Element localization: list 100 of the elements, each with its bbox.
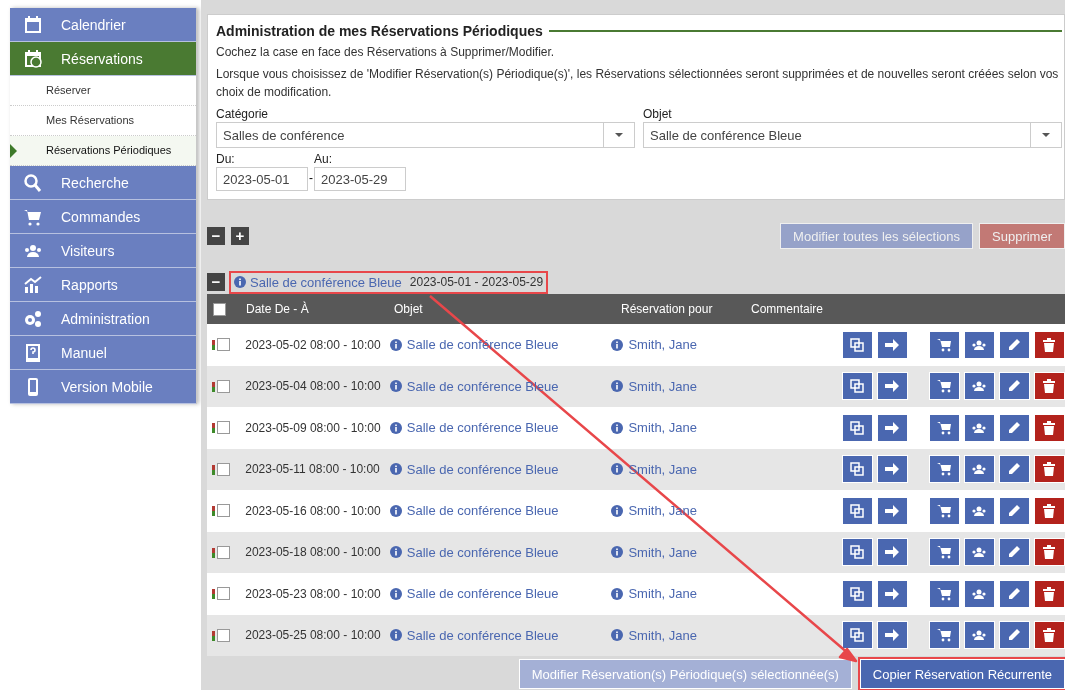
copy-button[interactable]	[842, 372, 873, 401]
to-date-field[interactable]: 2023-05-29	[314, 167, 406, 191]
delete-button[interactable]	[1034, 372, 1065, 401]
order-button[interactable]	[929, 372, 960, 401]
visitors-button[interactable]	[964, 621, 995, 650]
collapse-all-button[interactable]: −	[207, 227, 225, 245]
person-link[interactable]: Smith, Jane	[628, 544, 698, 560]
sidebar-item[interactable]: Recherche	[10, 166, 196, 200]
trash-icon	[1041, 336, 1058, 353]
move-button[interactable]	[877, 579, 908, 608]
row-checkbox[interactable]	[217, 421, 230, 435]
date-cell-text: 2023-05-18 08:00 - 10:00	[245, 545, 382, 560]
order-button[interactable]	[929, 621, 960, 650]
visitors-button[interactable]	[964, 372, 995, 401]
row-checkbox[interactable]	[217, 545, 230, 559]
object-link[interactable]: Salle de conférence Bleue	[406, 420, 559, 436]
object-link[interactable]: Salle de conférence Bleue	[406, 503, 559, 519]
move-button[interactable]	[877, 621, 908, 650]
person-link[interactable]: Smith, Jane	[628, 378, 698, 394]
arrow-icon	[884, 502, 901, 519]
delete-button[interactable]	[1034, 579, 1065, 608]
object-link[interactable]: Salle de conférence Bleue	[406, 627, 559, 643]
submenu-item[interactable]: Réserver	[10, 76, 196, 106]
visitors-button[interactable]	[964, 538, 995, 567]
submenu-item[interactable]: Réservations Périodiques	[10, 136, 196, 166]
edit-button[interactable]	[999, 455, 1030, 484]
object-dropdown[interactable]: Salle de conférence Bleue	[643, 122, 1062, 148]
info-icon	[389, 380, 402, 393]
sidebar-item[interactable]: Rapports	[10, 268, 196, 302]
from-date-field[interactable]: 2023-05-01	[216, 167, 308, 191]
edit-button[interactable]	[999, 621, 1030, 650]
select-all-checkbox[interactable]	[213, 302, 226, 316]
order-button[interactable]	[929, 413, 960, 442]
object-link[interactable]: Salle de conférence Bleue	[406, 544, 559, 560]
copy-icon	[849, 585, 866, 602]
copy-recurring-button[interactable]: Copier Réservation Récurrente	[859, 659, 1065, 689]
move-button[interactable]	[877, 413, 908, 442]
order-button[interactable]	[929, 330, 960, 359]
row-checkbox[interactable]	[217, 587, 230, 601]
row-checkbox[interactable]	[217, 338, 230, 352]
person-link[interactable]: Smith, Jane	[628, 627, 698, 643]
expand-all-button[interactable]: +	[231, 227, 249, 245]
visitors-button[interactable]	[964, 413, 995, 442]
visitors-button[interactable]	[964, 496, 995, 525]
order-button[interactable]	[929, 538, 960, 567]
edit-button[interactable]	[999, 538, 1030, 567]
move-button[interactable]	[877, 496, 908, 525]
sidebar-item[interactable]: Administration	[10, 302, 196, 336]
row-checkbox[interactable]	[217, 628, 230, 642]
person-link[interactable]: Smith, Jane	[628, 337, 698, 353]
copy-button[interactable]	[842, 330, 873, 359]
copy-button[interactable]	[842, 579, 873, 608]
category-dropdown[interactable]: Salles de conférence	[216, 122, 635, 148]
sidebar-item[interactable]: Visiteurs	[10, 234, 196, 268]
delete-button[interactable]	[1034, 538, 1065, 567]
column-header: Date De - À	[246, 302, 310, 316]
date-separator: -	[308, 171, 314, 187]
delete-button[interactable]	[1034, 496, 1065, 525]
edit-button[interactable]	[999, 413, 1030, 442]
order-button[interactable]	[929, 579, 960, 608]
order-button[interactable]	[929, 455, 960, 484]
person-link[interactable]: Smith, Jane	[628, 586, 698, 602]
flag-icon	[212, 340, 215, 350]
row-checkbox[interactable]	[217, 504, 230, 518]
delete-button[interactable]	[1034, 455, 1065, 484]
delete-button[interactable]	[1034, 330, 1065, 359]
visitors-button[interactable]	[964, 579, 995, 608]
delete-button[interactable]	[1034, 413, 1065, 442]
visitors-button[interactable]	[964, 455, 995, 484]
edit-button[interactable]	[999, 496, 1030, 525]
sidebar-item[interactable]: Commandes	[10, 200, 196, 234]
row-checkbox[interactable]	[217, 379, 230, 393]
row-checkbox[interactable]	[217, 462, 230, 476]
sidebar-item[interactable]: Manuel	[10, 336, 196, 370]
date-cell-text: 2023-05-11 08:00 - 10:00	[245, 462, 381, 477]
sidebar-item[interactable]: Calendrier	[10, 8, 196, 42]
move-button[interactable]	[877, 330, 908, 359]
cart-icon	[936, 419, 953, 436]
person-link[interactable]: Smith, Jane	[628, 420, 698, 436]
sidebar-item[interactable]: Version Mobile	[10, 370, 196, 404]
visitors-button[interactable]	[964, 330, 995, 359]
move-button[interactable]	[877, 538, 908, 567]
sidebar-item[interactable]: Réservations	[10, 42, 196, 76]
edit-button[interactable]	[999, 372, 1030, 401]
copy-button[interactable]	[842, 413, 873, 442]
copy-button[interactable]	[842, 455, 873, 484]
copy-button[interactable]	[842, 496, 873, 525]
group-collapse-button[interactable]: −	[207, 273, 225, 291]
object-link[interactable]: Salle de conférence Bleue	[406, 586, 559, 602]
move-button[interactable]	[877, 455, 908, 484]
edit-button[interactable]	[999, 579, 1030, 608]
order-button[interactable]	[929, 496, 960, 525]
copy-icon	[849, 544, 866, 561]
move-button[interactable]	[877, 372, 908, 401]
copy-button[interactable]	[842, 538, 873, 567]
copy-button[interactable]	[842, 621, 873, 650]
object-link[interactable]: Salle de conférence Bleue	[406, 461, 559, 477]
delete-button[interactable]	[1034, 621, 1065, 650]
edit-button[interactable]	[999, 330, 1030, 359]
group-object-link[interactable]: Salle de conférence Bleue	[250, 274, 402, 290]
